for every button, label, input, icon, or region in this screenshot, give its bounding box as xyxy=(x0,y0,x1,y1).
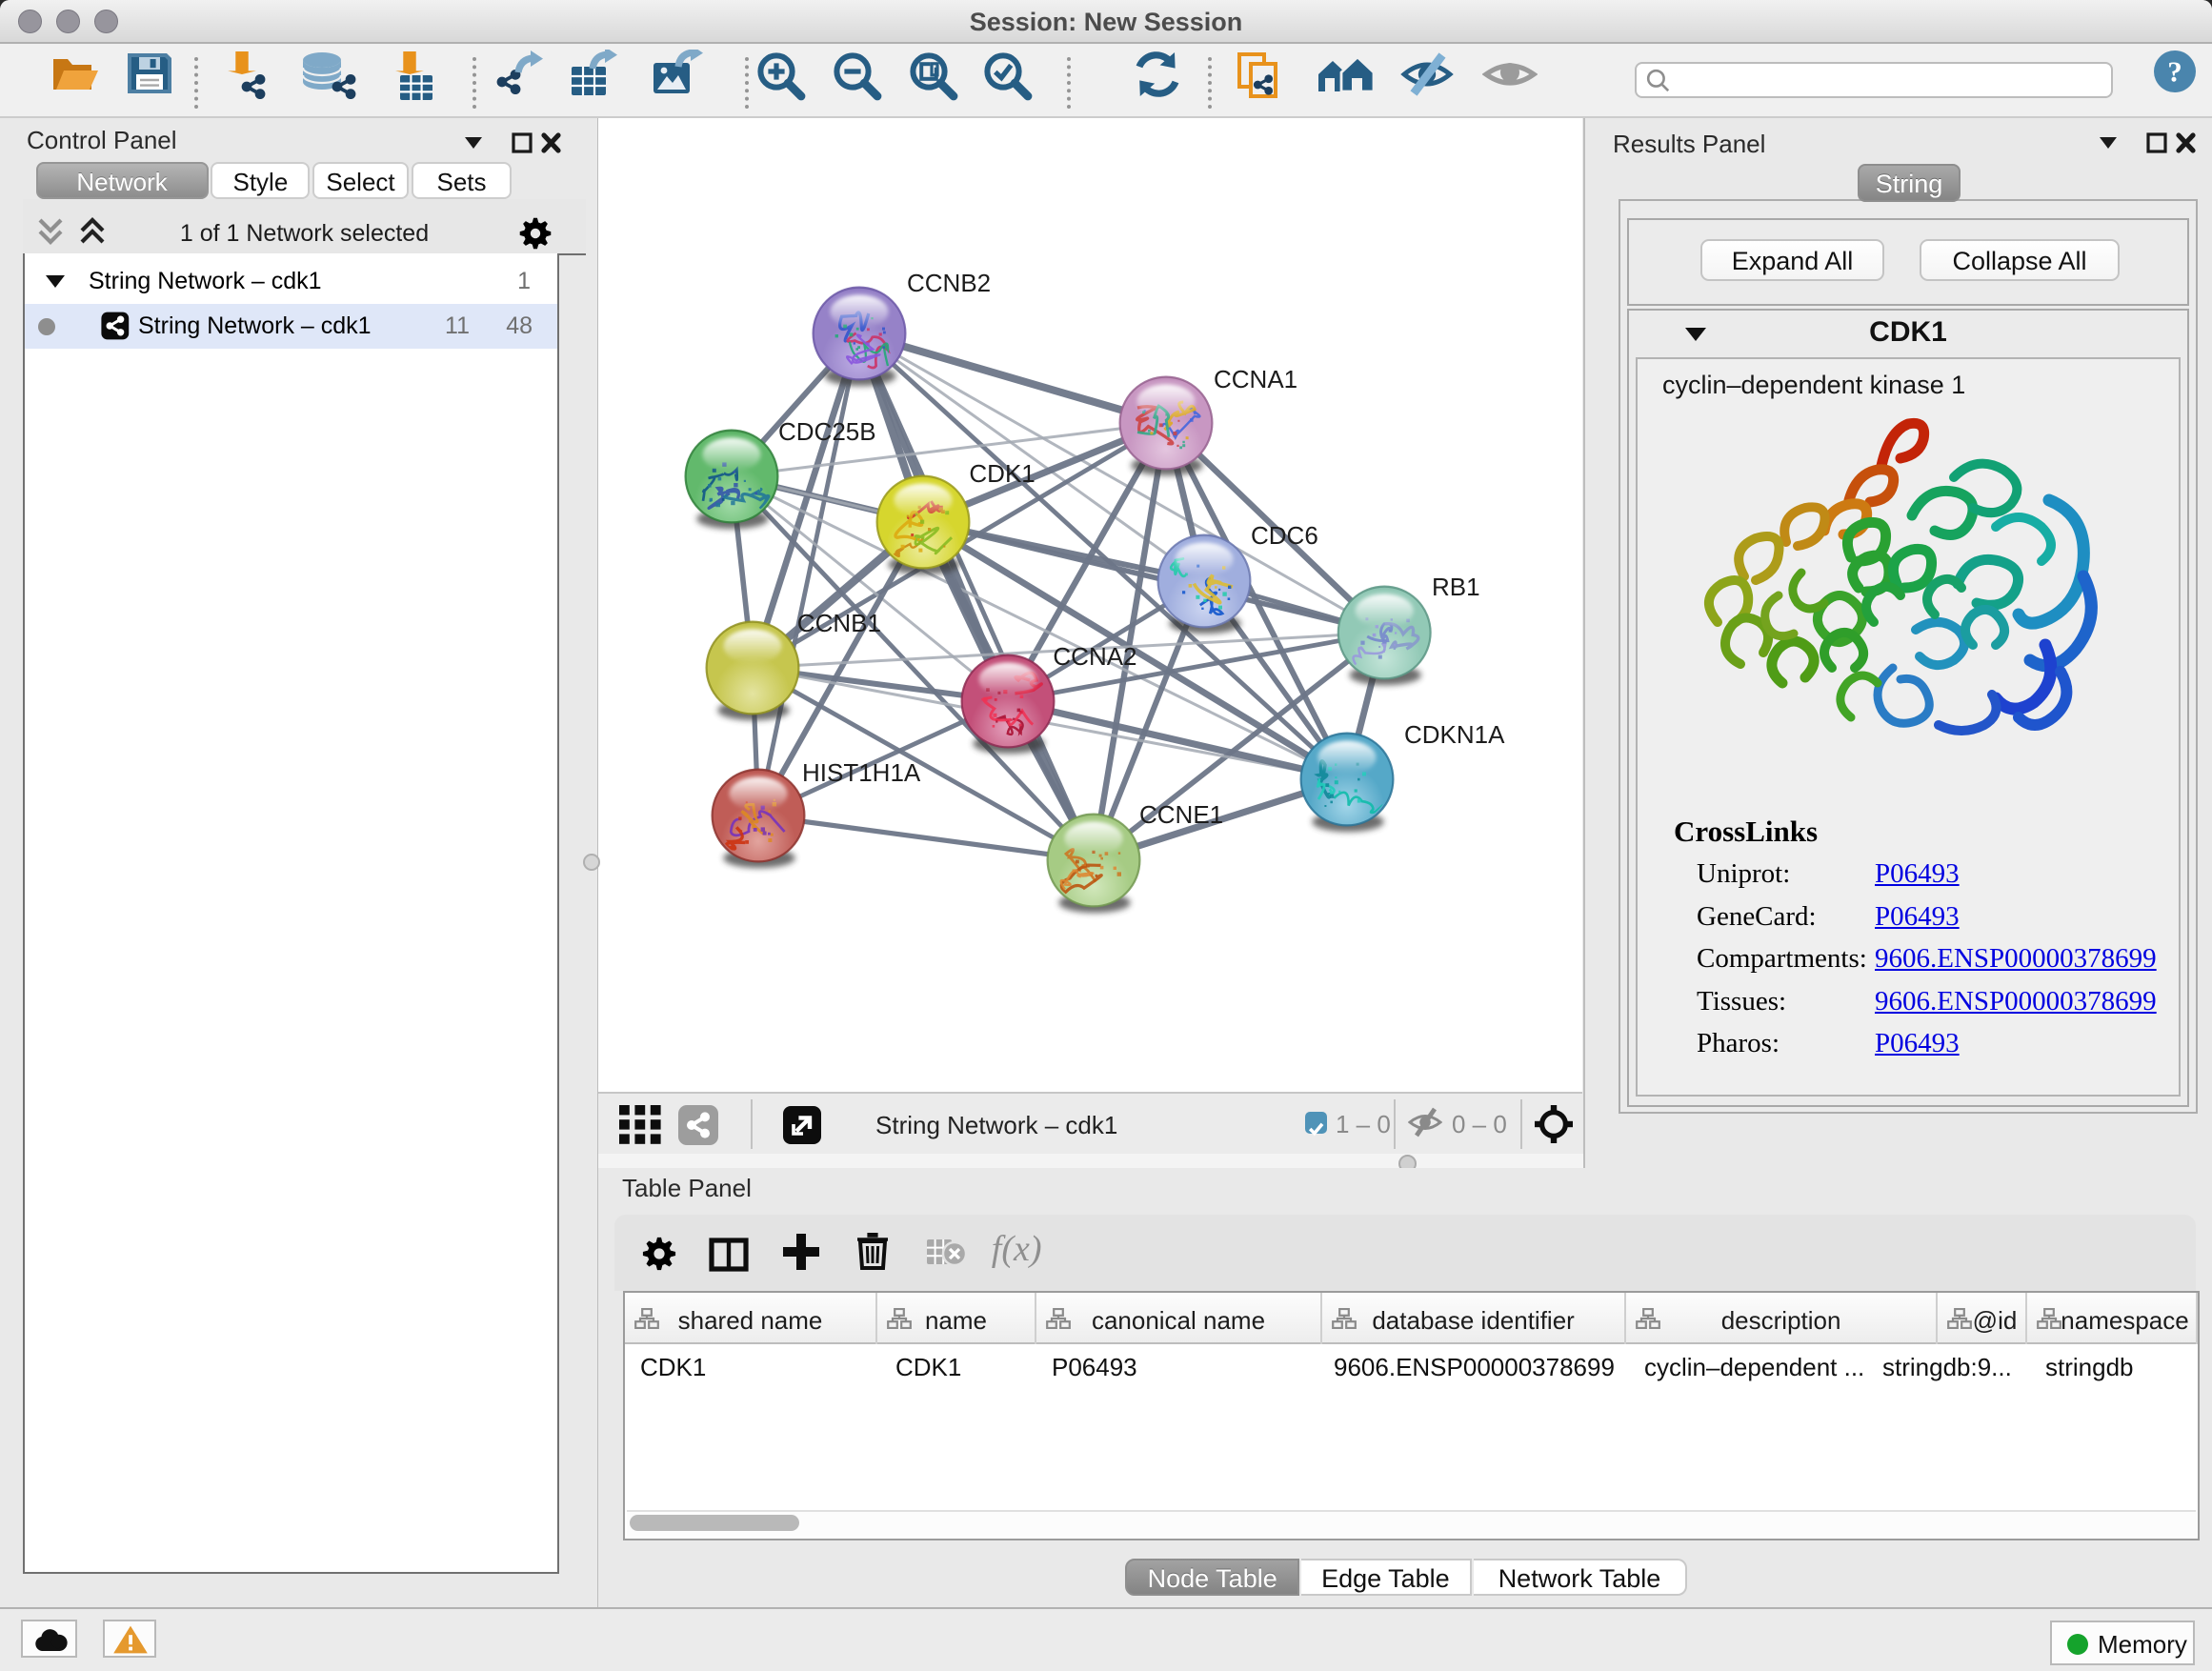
svg-text:CDC6: CDC6 xyxy=(1251,521,1318,550)
svg-text:CDK1: CDK1 xyxy=(969,459,1035,488)
svg-text:CCNB1: CCNB1 xyxy=(797,609,881,637)
svg-text:?: ? xyxy=(2167,55,2182,89)
svg-text:CCNE1: CCNE1 xyxy=(1139,800,1223,829)
svg-text:HIST1H1A: HIST1H1A xyxy=(802,758,921,787)
svg-text:CDC25B: CDC25B xyxy=(778,417,876,446)
svg-text:CCNB2: CCNB2 xyxy=(907,269,991,297)
svg-text:RB1: RB1 xyxy=(1432,573,1480,601)
svg-text:CDKN1A: CDKN1A xyxy=(1404,720,1505,749)
svg-text:CCNA2: CCNA2 xyxy=(1053,642,1136,671)
svg-text:CCNA1: CCNA1 xyxy=(1214,365,1297,393)
